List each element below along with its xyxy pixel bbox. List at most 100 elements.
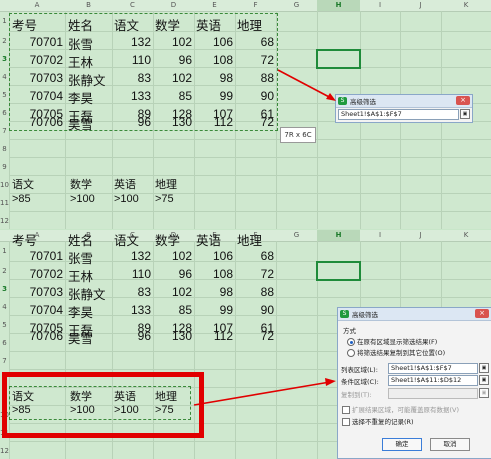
table-cell[interactable]: 98 xyxy=(194,71,233,85)
column-header-k[interactable]: K xyxy=(441,230,491,241)
table-cell[interactable]: 王林 xyxy=(68,52,93,71)
column-header-c[interactable]: C xyxy=(112,0,153,11)
header-cell[interactable]: 数学 xyxy=(155,15,180,34)
row-header-7[interactable]: 7 xyxy=(0,357,9,365)
row-header-3[interactable]: 3 xyxy=(0,55,9,63)
list-range-field[interactable]: Sheet1!$A$1:$F$7 xyxy=(388,363,478,374)
table-cell[interactable]: 106 xyxy=(194,35,233,49)
table-cell[interactable]: 132 xyxy=(112,249,151,263)
table-cell[interactable]: 72 xyxy=(235,115,274,129)
column-header-b[interactable]: B xyxy=(65,0,112,11)
column-header-a[interactable]: A xyxy=(9,0,65,11)
criteria-value[interactable]: >100 xyxy=(70,193,95,205)
table-cell[interactable]: 130 xyxy=(153,115,192,129)
criteria-value[interactable]: >75 xyxy=(155,193,174,205)
table-cell[interactable]: 70704 xyxy=(9,303,63,317)
header-cell[interactable]: 考号 xyxy=(12,230,37,249)
table-cell[interactable]: 99 xyxy=(194,89,233,103)
table-cell[interactable]: 张雪 xyxy=(68,248,93,267)
column-header-k[interactable]: K xyxy=(441,0,491,11)
criteria-header[interactable]: 英语 xyxy=(114,176,136,192)
column-header-g[interactable]: G xyxy=(276,0,317,11)
column-header-e[interactable]: E xyxy=(194,0,235,11)
header-cell[interactable]: 英语 xyxy=(196,15,221,34)
row-header-4[interactable]: 4 xyxy=(0,73,9,81)
criteria-range-field[interactable]: Sheet1!$A$11:$D$12 xyxy=(388,375,478,386)
row-header-1[interactable]: 1 xyxy=(0,247,9,255)
radio-filter-in-place[interactable]: 在原有区域显示筛选结果(F) xyxy=(347,336,437,346)
table-cell[interactable]: 90 xyxy=(235,89,274,103)
table-cell[interactable]: 110 xyxy=(112,53,151,67)
row-header-1[interactable]: 1 xyxy=(0,17,9,25)
row-header-7[interactable]: 7 xyxy=(0,127,9,135)
table-cell[interactable]: 102 xyxy=(153,71,192,85)
criteria-header[interactable]: 地理 xyxy=(155,176,177,192)
criteria-header[interactable]: 语文 xyxy=(12,176,34,192)
row-header-6[interactable]: 6 xyxy=(0,109,9,117)
header-cell[interactable]: 考号 xyxy=(12,15,37,34)
table-cell[interactable]: 90 xyxy=(235,303,274,317)
table-cell[interactable]: 70703 xyxy=(9,285,63,299)
row-header-10[interactable]: 10 xyxy=(0,181,9,189)
table-cell[interactable]: 99 xyxy=(194,303,233,317)
table-cell[interactable]: 85 xyxy=(153,89,192,103)
table-cell[interactable]: 130 xyxy=(153,329,192,343)
header-cell[interactable]: 姓名 xyxy=(68,230,93,249)
table-cell[interactable]: 85 xyxy=(153,303,192,317)
table-cell[interactable]: 72 xyxy=(235,267,274,281)
table-cell[interactable]: 112 xyxy=(194,329,233,343)
row-header-4[interactable]: 4 xyxy=(0,303,9,311)
range-picker-icon[interactable]: ▣ xyxy=(460,109,470,119)
table-cell[interactable]: 88 xyxy=(235,71,274,85)
dialog-titlebar[interactable]: S 高级筛选 × xyxy=(338,308,491,321)
table-cell[interactable]: 108 xyxy=(194,267,233,281)
table-cell[interactable]: 70704 xyxy=(9,89,63,103)
copy-to-field[interactable] xyxy=(388,388,478,399)
header-cell[interactable]: 语文 xyxy=(114,230,139,249)
dialog-titlebar[interactable]: S 高级筛选 × xyxy=(336,95,472,108)
column-header-f[interactable]: F xyxy=(235,0,276,11)
table-cell[interactable]: 70706 xyxy=(9,115,63,129)
table-cell[interactable]: 70703 xyxy=(9,71,63,85)
table-cell[interactable]: 68 xyxy=(235,249,274,263)
close-icon[interactable]: × xyxy=(456,96,470,105)
column-header-j[interactable]: J xyxy=(400,0,441,11)
header-cell[interactable]: 地理 xyxy=(237,230,262,249)
table-cell[interactable]: 吴雪 xyxy=(68,114,93,133)
table-cell[interactable]: 102 xyxy=(153,35,192,49)
column-header-d[interactable]: D xyxy=(153,0,194,11)
active-cell[interactable] xyxy=(316,49,361,69)
checkbox-unique-records[interactable]: 选择不重复的记录(R) xyxy=(342,416,414,426)
column-header-h[interactable]: H xyxy=(317,0,360,11)
table-cell[interactable]: 68 xyxy=(235,35,274,49)
table-cell[interactable]: 102 xyxy=(153,249,192,263)
row-header-12[interactable]: 12 xyxy=(0,217,9,225)
table-cell[interactable]: 132 xyxy=(112,35,151,49)
table-cell[interactable]: 96 xyxy=(112,329,151,343)
table-cell[interactable]: 98 xyxy=(194,285,233,299)
table-cell[interactable]: 70701 xyxy=(9,35,63,49)
table-cell[interactable]: 133 xyxy=(112,89,151,103)
header-cell[interactable]: 数学 xyxy=(155,230,180,249)
table-cell[interactable]: 133 xyxy=(112,303,151,317)
table-cell[interactable]: 106 xyxy=(194,249,233,263)
table-cell[interactable]: 72 xyxy=(235,329,274,343)
table-cell[interactable]: 70702 xyxy=(9,53,63,67)
column-header-h[interactable]: H xyxy=(317,230,360,241)
table-cell[interactable]: 72 xyxy=(235,53,274,67)
column-header-g[interactable]: G xyxy=(276,230,317,241)
criteria-value[interactable]: >85 xyxy=(12,193,31,205)
table-cell[interactable]: 83 xyxy=(112,285,151,299)
table-cell[interactable]: 李昊 xyxy=(68,88,93,107)
row-header-5[interactable]: 5 xyxy=(0,321,9,329)
range-field[interactable]: Sheet1!$A$1:$F$7 xyxy=(338,109,459,120)
checkbox-expand-results[interactable]: 扩展结果区域，可能覆盖原有数据(V) xyxy=(342,404,459,414)
table-cell[interactable]: 96 xyxy=(153,53,192,67)
active-cell[interactable] xyxy=(316,261,361,281)
row-header-2[interactable]: 2 xyxy=(0,267,9,275)
table-cell[interactable]: 张雪 xyxy=(68,34,93,53)
criteria-value[interactable]: >100 xyxy=(114,193,139,205)
header-cell[interactable]: 英语 xyxy=(196,230,221,249)
header-cell[interactable]: 语文 xyxy=(114,15,139,34)
row-header-6[interactable]: 6 xyxy=(0,339,9,347)
